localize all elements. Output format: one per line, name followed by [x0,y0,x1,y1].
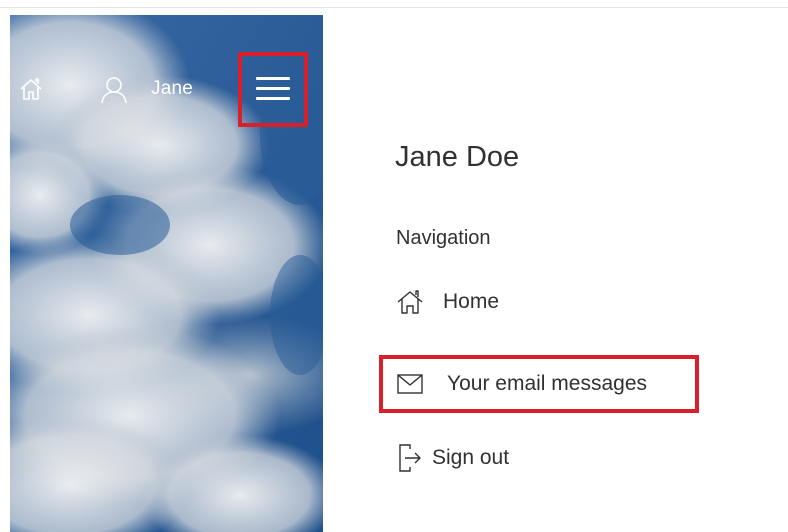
menu-button[interactable] [238,52,308,127]
nav-item-home[interactable]: Home [396,285,499,319]
nav-item-label: Home [443,290,500,313]
profile-name: Jane Doe [395,141,520,173]
screen: Jane Jane Doe Navigation Home Your email… [0,0,788,532]
top-header: Jane [10,52,323,127]
home-icon[interactable] [18,76,44,102]
nav-item-label: Your email messages [447,372,647,395]
hamburger-menu-icon [256,75,290,103]
navigation-panel: Jane Doe Navigation Home Your email mess… [323,15,788,532]
sign-out-icon [398,443,424,473]
nav-item-sign-out[interactable]: Sign out [398,441,509,475]
home-icon [396,288,424,316]
nav-item-email-messages[interactable]: Your email messages [379,355,699,413]
top-divider [0,7,788,8]
navigation-heading: Navigation [396,227,491,249]
person-icon[interactable] [100,76,128,104]
nav-item-label: Sign out [432,446,510,469]
header-username[interactable]: Jane [151,78,193,100]
envelope-icon [397,374,423,394]
